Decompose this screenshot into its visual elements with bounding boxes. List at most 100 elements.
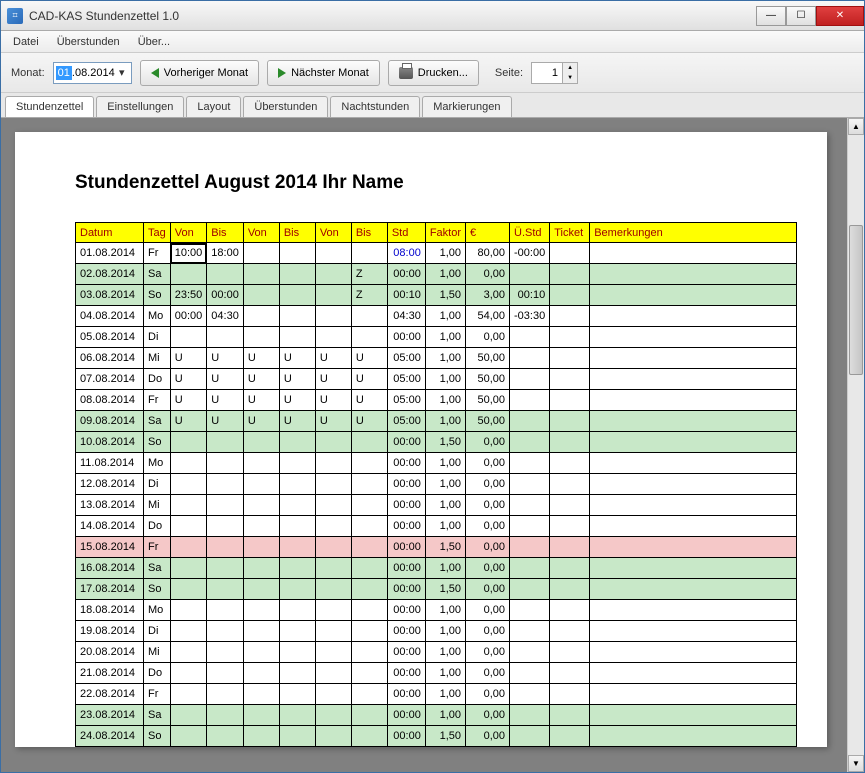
table-cell[interactable] — [315, 474, 351, 495]
table-cell[interactable] — [550, 726, 590, 747]
table-cell[interactable]: 00:00 — [387, 558, 425, 579]
table-cell[interactable] — [315, 432, 351, 453]
table-cell[interactable] — [279, 579, 315, 600]
table-cell[interactable]: 1,50 — [425, 537, 465, 558]
table-cell[interactable] — [315, 558, 351, 579]
table-row[interactable]: 01.08.2014Fr10:0018:0008:001,0080,00-00:… — [76, 243, 797, 264]
table-cell[interactable] — [207, 495, 244, 516]
table-cell[interactable]: 0,00 — [466, 642, 510, 663]
table-cell[interactable]: 0,00 — [466, 537, 510, 558]
page-input[interactable] — [532, 65, 562, 81]
table-cell[interactable] — [590, 495, 797, 516]
table-cell[interactable]: 23.08.2014 — [76, 705, 144, 726]
table-cell[interactable]: U — [207, 369, 244, 390]
table-cell[interactable]: U — [351, 348, 387, 369]
table-cell[interactable]: 00:00 — [387, 495, 425, 516]
table-row[interactable]: 09.08.2014SaUUUUUU05:001,0050,00 — [76, 411, 797, 432]
table-cell[interactable]: U — [170, 411, 207, 432]
table-cell[interactable] — [243, 705, 279, 726]
table-row[interactable]: 21.08.2014Do00:001,000,00 — [76, 663, 797, 684]
table-cell[interactable]: 00:00 — [387, 432, 425, 453]
table-cell[interactable]: 04:30 — [207, 306, 244, 327]
minimize-button[interactable]: — — [756, 6, 786, 26]
table-cell[interactable] — [510, 432, 550, 453]
table-cell[interactable] — [550, 516, 590, 537]
table-cell[interactable]: U — [279, 369, 315, 390]
table-cell[interactable] — [510, 327, 550, 348]
table-cell[interactable]: 08.08.2014 — [76, 390, 144, 411]
table-cell[interactable] — [510, 411, 550, 432]
table-cell[interactable] — [207, 453, 244, 474]
table-cell[interactable]: 00:00 — [387, 537, 425, 558]
table-cell[interactable]: Fr — [144, 537, 171, 558]
table-cell[interactable]: 00:00 — [387, 684, 425, 705]
table-cell[interactable]: 0,00 — [466, 663, 510, 684]
next-month-button[interactable]: Nächster Monat — [267, 60, 380, 86]
table-cell[interactable]: 0,00 — [466, 684, 510, 705]
table-cell[interactable]: 1,50 — [425, 285, 465, 306]
table-row[interactable]: 07.08.2014DoUUUUUU05:001,0050,00 — [76, 369, 797, 390]
table-cell[interactable] — [315, 705, 351, 726]
tab-einstellungen[interactable]: Einstellungen — [96, 96, 184, 117]
table-cell[interactable] — [279, 600, 315, 621]
tab-überstunden[interactable]: Überstunden — [243, 96, 328, 117]
table-cell[interactable] — [207, 558, 244, 579]
table-cell[interactable] — [170, 642, 207, 663]
table-cell[interactable]: 50,00 — [466, 390, 510, 411]
table-cell[interactable] — [590, 684, 797, 705]
table-cell[interactable] — [550, 663, 590, 684]
table-cell[interactable] — [351, 600, 387, 621]
table-cell[interactable]: U — [351, 369, 387, 390]
table-cell[interactable]: 00:00 — [387, 663, 425, 684]
table-cell[interactable]: 04:30 — [387, 306, 425, 327]
table-cell[interactable]: 05:00 — [387, 348, 425, 369]
table-cell[interactable] — [351, 516, 387, 537]
table-cell[interactable]: 1,00 — [425, 327, 465, 348]
table-cell[interactable]: 05:00 — [387, 390, 425, 411]
table-cell[interactable]: So — [144, 432, 171, 453]
table-cell[interactable] — [279, 558, 315, 579]
table-cell[interactable]: 0,00 — [466, 600, 510, 621]
table-cell[interactable] — [590, 558, 797, 579]
table-cell[interactable]: Mi — [144, 495, 171, 516]
table-row[interactable]: 05.08.2014Di00:001,000,00 — [76, 327, 797, 348]
table-cell[interactable] — [510, 600, 550, 621]
table-cell[interactable]: 00:10 — [387, 285, 425, 306]
table-cell[interactable] — [243, 558, 279, 579]
table-cell[interactable]: 1,00 — [425, 621, 465, 642]
table-cell[interactable]: 00:00 — [387, 264, 425, 285]
table-cell[interactable] — [315, 264, 351, 285]
table-cell[interactable]: 1,00 — [425, 663, 465, 684]
table-cell[interactable]: 00:00 — [387, 705, 425, 726]
table-cell[interactable] — [590, 537, 797, 558]
table-cell[interactable] — [207, 621, 244, 642]
table-row[interactable]: 20.08.2014Mi00:001,000,00 — [76, 642, 797, 663]
table-cell[interactable] — [243, 495, 279, 516]
table-cell[interactable]: -03:30 — [510, 306, 550, 327]
table-cell[interactable]: 07.08.2014 — [76, 369, 144, 390]
table-cell[interactable]: Fr — [144, 684, 171, 705]
table-cell[interactable] — [243, 264, 279, 285]
table-cell[interactable]: 00:00 — [387, 453, 425, 474]
table-cell[interactable] — [207, 516, 244, 537]
table-cell[interactable]: Mi — [144, 642, 171, 663]
table-row[interactable]: 10.08.2014So00:001,500,00 — [76, 432, 797, 453]
table-cell[interactable]: 23:50 — [170, 285, 207, 306]
table-row[interactable]: 24.08.2014So00:001,500,00 — [76, 726, 797, 747]
table-cell[interactable] — [351, 243, 387, 264]
table-cell[interactable]: 1,50 — [425, 432, 465, 453]
table-cell[interactable] — [550, 348, 590, 369]
table-cell[interactable] — [590, 306, 797, 327]
table-cell[interactable]: 0,00 — [466, 453, 510, 474]
table-cell[interactable]: Do — [144, 516, 171, 537]
table-cell[interactable]: 0,00 — [466, 726, 510, 747]
table-cell[interactable] — [315, 642, 351, 663]
table-cell[interactable]: 0,00 — [466, 516, 510, 537]
menu-about[interactable]: Über... — [130, 33, 178, 51]
table-row[interactable]: 22.08.2014Fr00:001,000,00 — [76, 684, 797, 705]
table-cell[interactable] — [170, 516, 207, 537]
table-cell[interactable] — [550, 453, 590, 474]
table-cell[interactable]: U — [279, 411, 315, 432]
table-cell[interactable]: 15.08.2014 — [76, 537, 144, 558]
table-cell[interactable] — [550, 537, 590, 558]
